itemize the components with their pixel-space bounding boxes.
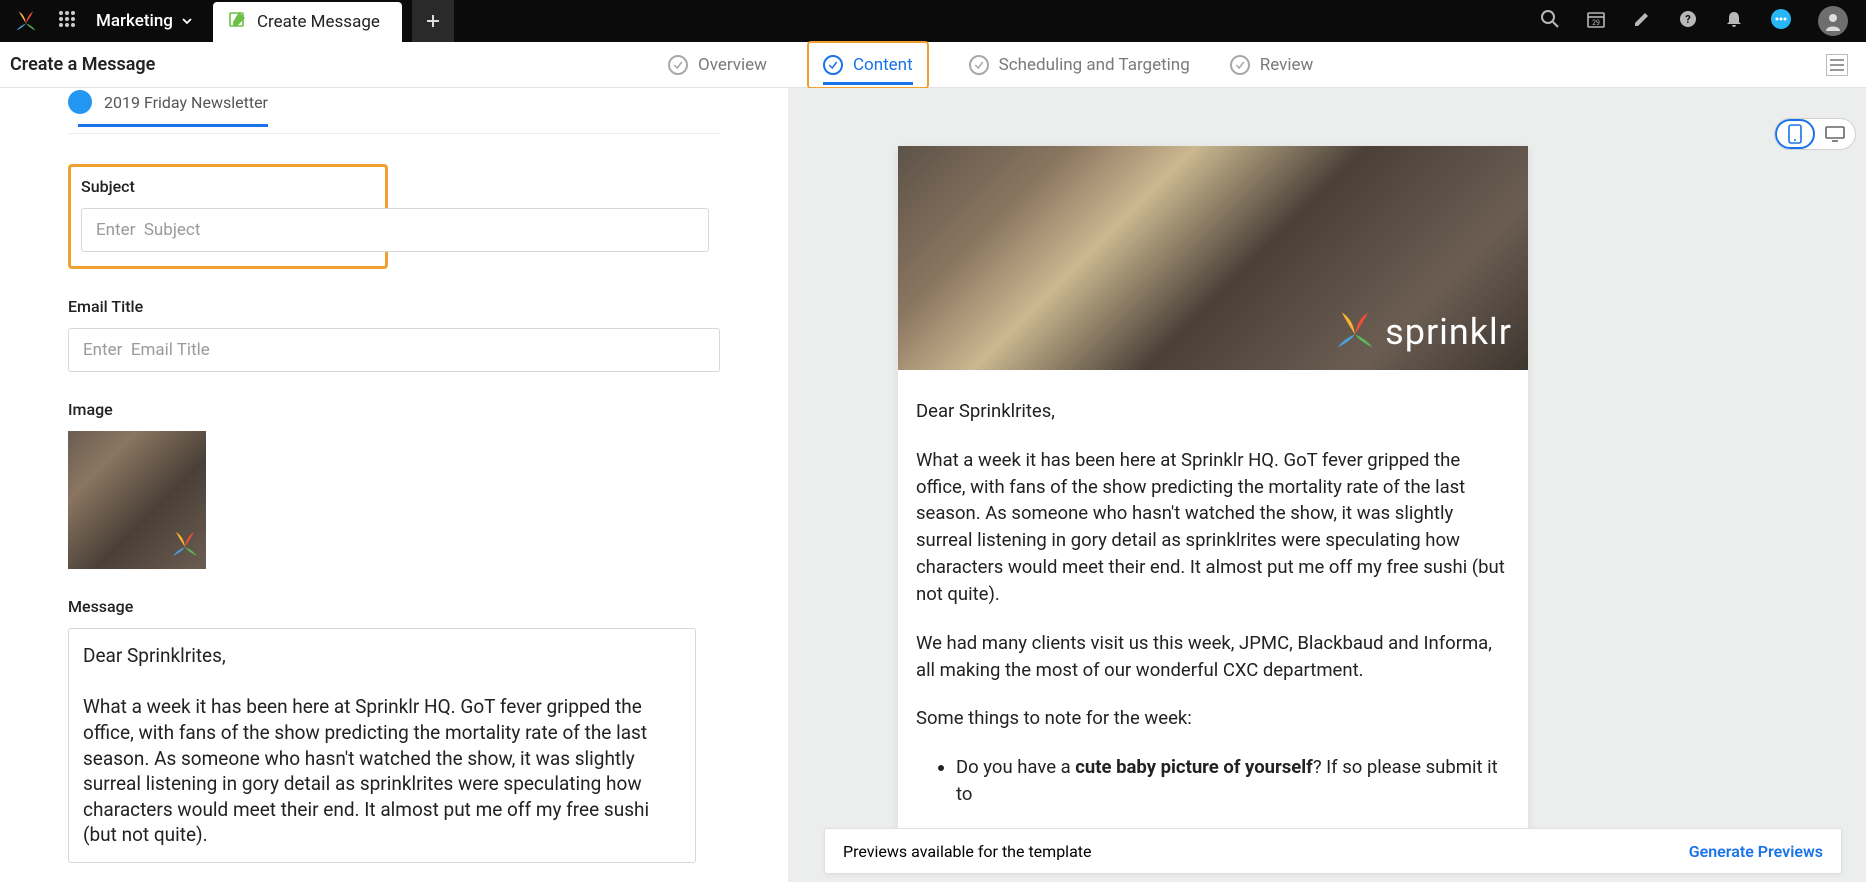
preview-paragraph: What a week it has been here at Sprinklr… — [916, 447, 1510, 608]
check-circle-icon — [1230, 55, 1250, 75]
preview-panel: sprinklr Dear Sprinklrites, What a week … — [788, 88, 1866, 882]
calendar-icon[interactable]: 29 — [1586, 9, 1606, 33]
top-bar: Marketing Create Message 29 ? — [0, 0, 1866, 42]
email-title-label: Email Title — [68, 297, 720, 316]
preview-desktop-button[interactable] — [1815, 119, 1855, 149]
email-title-input[interactable] — [68, 328, 720, 372]
check-circle-icon — [823, 55, 843, 75]
brand-logo — [14, 9, 38, 33]
template-dot-icon — [68, 90, 92, 114]
step-review[interactable]: Review — [1230, 45, 1314, 85]
subject-label: Subject — [81, 177, 375, 196]
wizard-header: Create a Message Overview Content Schedu… — [0, 42, 1866, 88]
new-tab-button[interactable] — [412, 0, 454, 42]
chevron-down-icon — [181, 15, 193, 27]
image-label: Image — [68, 400, 720, 419]
step-label: Overview — [698, 55, 767, 75]
edit-icon[interactable] — [1632, 9, 1652, 33]
bell-icon[interactable] — [1724, 9, 1744, 33]
sprinklr-logo-icon — [170, 529, 200, 563]
step-scheduling[interactable]: Scheduling and Targeting — [969, 45, 1190, 85]
svg-text:29: 29 — [1592, 19, 1600, 27]
preview-greeting: Dear Sprinklrites, — [916, 398, 1510, 425]
check-circle-icon — [668, 55, 688, 75]
preview-body: Dear Sprinklrites, What a week it has be… — [898, 370, 1528, 844]
check-circle-icon — [969, 55, 989, 75]
preview-hero-image: sprinklr — [898, 146, 1528, 370]
workspace-dropdown[interactable]: Marketing — [96, 11, 193, 31]
subject-highlight: Subject — [68, 164, 388, 269]
message-textarea[interactable]: Dear Sprinklrites, What a week it has be… — [68, 628, 696, 863]
preview-mobile-button[interactable] — [1775, 119, 1815, 149]
mobile-icon — [1788, 124, 1802, 144]
apps-grid-icon[interactable] — [58, 10, 76, 32]
outline-toggle-button[interactable] — [1826, 54, 1848, 76]
brand-text: sprinklr — [1385, 311, 1512, 353]
preview-device-toggle — [1774, 118, 1856, 150]
template-name: 2019 Friday Newsletter — [104, 93, 268, 112]
template-underline — [78, 124, 268, 127]
image-thumbnail[interactable] — [68, 431, 206, 569]
page-title: Create a Message — [10, 54, 155, 75]
email-preview: sprinklr Dear Sprinklrites, What a week … — [898, 146, 1528, 844]
preview-paragraph: We had many clients visit us this week, … — [916, 630, 1510, 684]
tab-label: Create Message — [257, 12, 380, 32]
chat-icon[interactable] — [1770, 8, 1792, 34]
preview-footer-bar: Previews available for the template Gene… — [824, 828, 1842, 874]
search-icon[interactable] — [1540, 9, 1560, 33]
step-overview[interactable]: Overview — [668, 45, 767, 85]
help-icon[interactable]: ? — [1678, 9, 1698, 33]
message-label: Message — [68, 597, 720, 616]
step-label: Review — [1260, 55, 1314, 75]
preview-bullet: Do you have a cute baby picture of yours… — [956, 754, 1510, 808]
svg-text:?: ? — [1685, 13, 1691, 26]
step-content-highlight: Content — [807, 41, 929, 89]
desktop-icon — [1825, 126, 1845, 142]
step-label: Content — [853, 55, 913, 75]
workspace-label: Marketing — [96, 11, 173, 31]
compose-icon — [227, 10, 247, 35]
form-panel: 2019 Friday Newsletter Subject — [0, 88, 788, 882]
user-avatar[interactable] — [1818, 6, 1848, 36]
step-label: Scheduling and Targeting — [999, 55, 1190, 75]
template-chip[interactable]: 2019 Friday Newsletter — [68, 88, 720, 120]
plus-icon — [425, 13, 441, 29]
step-content[interactable]: Content — [823, 45, 913, 85]
subject-input[interactable] — [81, 208, 709, 252]
generate-previews-link[interactable]: Generate Previews — [1689, 842, 1823, 861]
preview-footer-text: Previews available for the template — [843, 842, 1091, 861]
tab-create-message[interactable]: Create Message — [213, 2, 402, 42]
preview-paragraph: Some things to note for the week: — [916, 705, 1510, 732]
sprinklr-logo-icon — [1333, 308, 1377, 356]
